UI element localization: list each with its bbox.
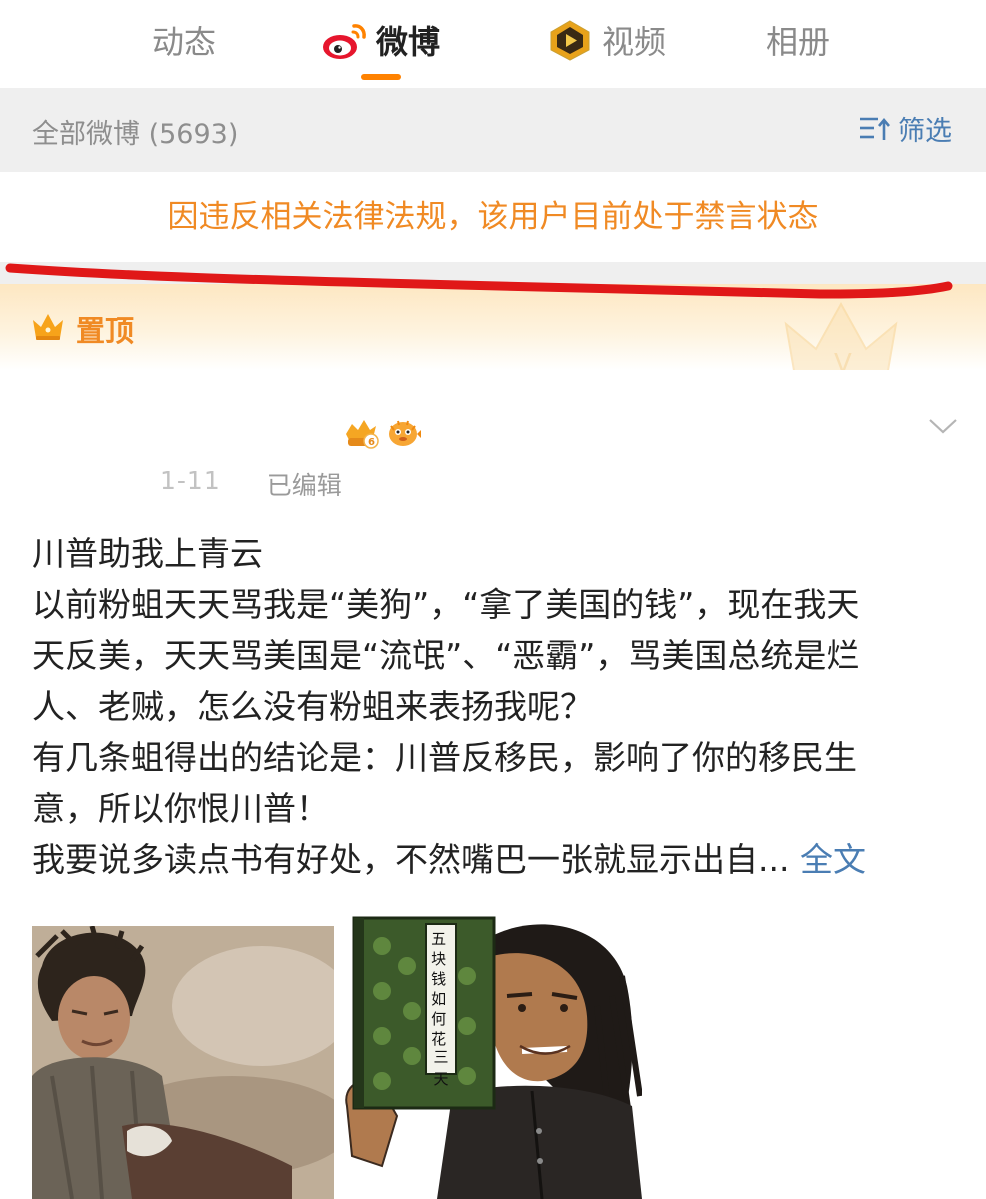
active-tab-indicator [361,74,401,80]
tab-video[interactable]: 视频 [546,14,666,66]
weibo-logo-icon [323,24,366,59]
post-image-2[interactable]: 五 块 钱 如 何 花 三 天 [342,916,642,1199]
chevron-down-icon[interactable] [928,416,958,436]
post-line: 有几条蛆得出的结论是：川普反移民，影响了你的移民生 [32,738,857,777]
profile-tab-bar: 动态 微博 视频 相册 [0,0,986,88]
post-date: 1-11 [160,466,221,495]
post-line: 川普助我上青云 [32,534,263,573]
tab-album-label: 相册 [766,23,831,61]
pinned-watermark-icon: V [784,301,898,370]
user-badges: 6 [342,416,422,450]
svg-text:V: V [834,349,852,370]
ban-notice-text: 因违反相关法律法规，该用户目前处于禁言状态 [167,199,819,235]
cartoon-man-holding-book: 五 块 钱 如 何 花 三 天 [342,916,642,1199]
vip-level-6-badge-icon[interactable]: 6 [342,416,380,450]
ban-notice: 因违反相关法律法规，该用户目前处于禁言状态 [0,172,986,262]
post-line: 以前粉蛆天天骂我是“美狗”，“拿了美国的钱”，现在我天 [32,585,860,624]
tab-dynamics[interactable]: 动态 [152,14,216,66]
sort-filter-icon [860,117,890,140]
edited-label: 已编辑 [266,471,342,500]
crown-icon [33,314,63,340]
filter-bar: 全部微博 (5693) 筛选 [0,88,986,172]
tab-album[interactable]: 相册 [766,14,830,66]
video-play-icon [550,20,590,61]
post-meta: 1-11 已编辑 [160,466,342,502]
pinned-label: 置顶 [76,314,135,348]
photo-disheveled-man [32,926,334,1199]
filter-label: 筛选 [898,115,952,147]
tab-dynamics-label: 动态 [152,23,217,61]
post-line: 意，所以你恨川普！ [32,789,329,828]
expand-full-text-link[interactable]: 全文 [800,840,866,879]
pinned-banner: 置顶 V [0,284,986,370]
post-image-1[interactable] [32,926,334,1199]
filter-button[interactable]: 筛选 [858,108,952,148]
post-count-label: 全部微博 (5693) [32,119,239,150]
svg-text:6: 6 [368,437,375,448]
book-title-text: 五 块 钱 如 何 花 三 [431,930,451,1066]
tab-video-label: 视频 [602,23,667,61]
section-divider [0,262,986,284]
post-line: 天反美，天天骂美国是“流氓”、“恶霸”，骂美国总统是烂 [32,636,860,675]
post-text: 川普助我上青云 以前粉蛆天天骂我是“美狗”，“拿了美国的钱”，现在我天 天反美，… [32,528,962,885]
svg-text:天: 天 [433,1070,448,1088]
post-line-last: 我要说多读点书有好处，不然嘴巴一张就显示出自... 全文 [32,834,962,885]
tab-weibo[interactable]: 微博 [320,14,440,66]
tab-weibo-label: 微博 [376,23,441,61]
pufferfish-badge-icon[interactable] [386,416,422,450]
post-line: 人、老贼，怎么没有粉蛆来表扬我呢？ [32,687,593,726]
post-truncated-text: 我要说多读点书有好处，不然嘴巴一张就显示出自... [32,840,790,879]
